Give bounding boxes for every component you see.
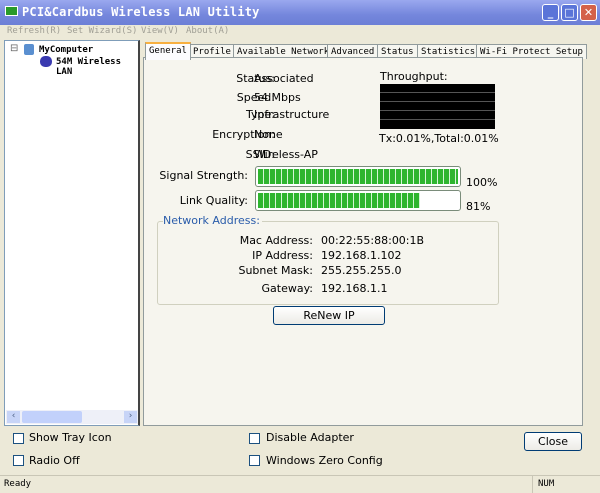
signal-strength-value: 100% — [466, 176, 498, 189]
tree-item-mycomputer[interactable]: MyComputer — [39, 45, 93, 55]
ssid-value: Wireless-AP — [254, 148, 318, 161]
menu-refresh[interactable]: Refresh(R) — [7, 26, 61, 36]
horizontal-scrollbar[interactable]: ‹ › — [6, 410, 138, 424]
close-window-button[interactable]: ✕ — [580, 4, 597, 21]
throughput-label: Throughput: — [380, 70, 448, 83]
menu-bar: Refresh(R) Set Wizard(S) View(V) About(A… — [0, 25, 600, 40]
scroll-thumb[interactable] — [22, 411, 82, 423]
throughput-graph — [380, 84, 495, 129]
speed-value: 54 Mbps — [254, 91, 301, 104]
maximize-button[interactable]: □ — [561, 4, 578, 21]
throughput-text: Tx:0.01%,Total:0.01% — [379, 132, 499, 145]
app-icon — [5, 6, 18, 16]
signal-strength-label: Signal Strength: — [159, 169, 248, 182]
mac-value: 00:22:55:88:00:1B — [321, 234, 425, 247]
tree-item-adapter[interactable]: 54M Wireless LAN — [56, 57, 138, 77]
status-bar: Ready NUM — [0, 475, 600, 493]
num-lock-indicator: NUM — [532, 476, 559, 493]
windows-zero-config-label[interactable]: Windows Zero Config — [266, 454, 383, 467]
windows-zero-config-checkbox[interactable] — [249, 455, 260, 466]
menu-about[interactable]: About(A) — [186, 26, 229, 36]
window-title: PCI&Cardbus Wireless LAN Utility — [22, 5, 260, 19]
link-quality-value: 81% — [466, 200, 491, 213]
link-quality-bar — [255, 190, 461, 211]
show-tray-icon-label[interactable]: Show Tray Icon — [29, 431, 112, 444]
status-text: Ready — [4, 479, 32, 489]
menu-view[interactable]: View(V) — [141, 26, 179, 36]
encryption-value: None — [254, 128, 283, 141]
title-bar: PCI&Cardbus Wireless LAN Utility _ □ ✕ — [0, 0, 600, 25]
link-quality-label: Link Quality: — [179, 194, 248, 207]
link-quality-fill — [258, 193, 420, 208]
minimize-button[interactable]: _ — [542, 4, 559, 21]
signal-strength-fill — [258, 169, 458, 184]
disable-adapter-label[interactable]: Disable Adapter — [266, 431, 354, 444]
ip-label: IP Address: — [252, 249, 313, 262]
menu-set-wizard[interactable]: Set Wizard(S) — [67, 26, 137, 36]
ip-value: 192.168.1.102 — [321, 249, 402, 262]
status-value: Associated — [254, 72, 314, 85]
disable-adapter-checkbox[interactable] — [249, 433, 260, 444]
scroll-left-icon[interactable]: ‹ — [7, 411, 20, 423]
radio-off-label[interactable]: Radio Off — [29, 454, 80, 467]
scroll-right-icon[interactable]: › — [124, 411, 137, 423]
tab-general[interactable]: General — [145, 42, 191, 60]
subnet-value: 255.255.255.0 — [321, 264, 402, 277]
collapse-icon[interactable]: ⊟ — [10, 43, 18, 54]
adapter-icon — [40, 56, 52, 67]
subnet-label: Subnet Mask: — [238, 264, 313, 277]
gateway-value: 192.168.1.1 — [321, 282, 388, 295]
network-address-title: Network Address: — [163, 214, 262, 227]
close-button[interactable]: Close — [524, 432, 582, 451]
signal-strength-bar — [255, 166, 461, 187]
gateway-label: Gateway: — [261, 282, 314, 295]
renew-ip-button[interactable]: ReNew IP — [273, 306, 385, 325]
computer-icon — [24, 44, 34, 55]
device-tree: ⊟ MyComputer 54M Wireless LAN ‹ › — [4, 40, 140, 426]
radio-off-checkbox[interactable] — [13, 455, 24, 466]
mac-label: Mac Address: — [239, 234, 313, 247]
type-value: Infrastructure — [254, 108, 330, 121]
show-tray-icon-checkbox[interactable] — [13, 433, 24, 444]
